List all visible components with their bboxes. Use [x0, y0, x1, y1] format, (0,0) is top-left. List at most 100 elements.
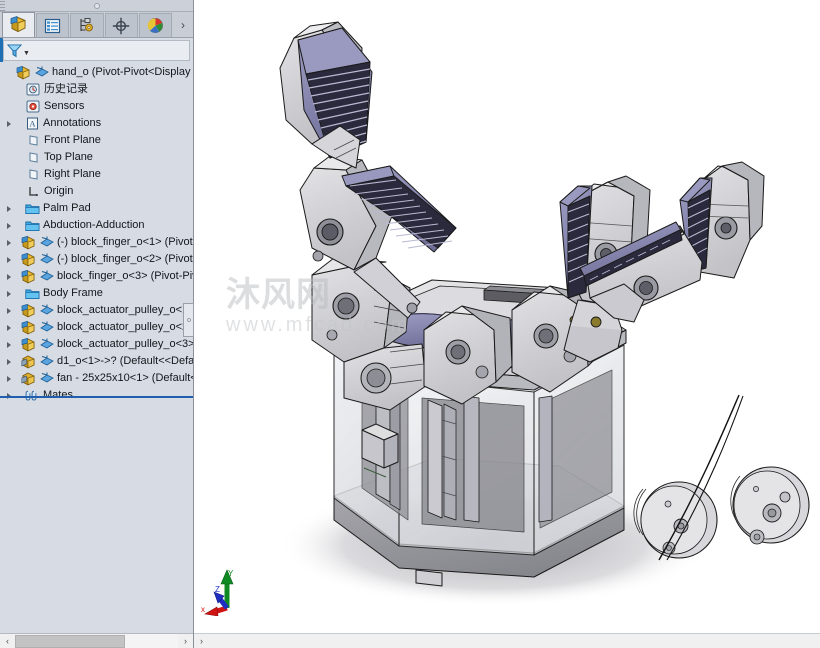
tree-item-hand-o[interactable]: hand_o (Pivot-Pivot<Display State — [0, 64, 193, 81]
history-icon — [25, 82, 41, 97]
tree-filter-bar[interactable]: ▼ — [3, 40, 190, 61]
tree-expander[interactable] — [2, 217, 15, 234]
part-icon — [20, 252, 36, 267]
tree-item-label: hand_o (Pivot-Pivot<Display State — [52, 66, 193, 78]
tree-item-block-finger-o-1[interactable]: (-) block_finger_o<1> (Pivot-P — [0, 234, 193, 251]
tree-item-label: Body Frame — [43, 287, 103, 299]
tab-feature-manager-tree[interactable] — [2, 12, 36, 37]
coordinate-icon — [39, 269, 54, 284]
folder-icon — [24, 286, 40, 301]
tree-item-label: (-) block_finger_o<1> (Pivot-P — [57, 236, 193, 248]
tree-expander[interactable] — [2, 115, 15, 132]
part-icon — [20, 303, 36, 318]
tree-item-block-finger-o-2[interactable]: (-) block_finger_o<2> (Pivot-P — [0, 251, 193, 268]
feature-manager-panel: › ▼ hand_o (Pivot-Pivot<Display 历史记录 Sen… — [0, 0, 194, 648]
tree-expander[interactable] — [12, 98, 25, 115]
tab-property-manager[interactable] — [36, 13, 70, 37]
model-geometry — [279, 21, 810, 587]
part-dim-icon — [20, 371, 36, 386]
base-foot — [415, 569, 443, 587]
folder-icon — [24, 218, 40, 233]
tree-item-block-finger-o-3[interactable]: block_finger_o<3> (Pivot-Pivo — [0, 268, 193, 285]
tree-item-block-actuator-pulley-o-2[interactable]: block_actuator_pulley_o<2> ( — [0, 319, 193, 336]
tree-item-label: Top Plane — [44, 151, 93, 163]
plane-icon — [25, 133, 41, 148]
tree-item-label: block_actuator_pulley_o<1> ( — [57, 304, 193, 316]
tree-item-front-plane[interactable]: Front Plane — [0, 132, 193, 149]
tree-expander[interactable] — [12, 81, 25, 98]
coordinate-icon — [39, 235, 54, 250]
triad-y-label: Y — [228, 569, 234, 578]
filter-funnel-icon[interactable] — [7, 43, 22, 58]
assembly-icon — [15, 65, 31, 80]
tree-item-sensors[interactable]: Sensors — [0, 98, 193, 115]
graphics-viewport[interactable]: 沐风网 www.mfcad.com Y x Z › — [194, 0, 820, 648]
tree-item-block-actuator-pulley-o-3[interactable]: block_actuator_pulley_o<3> ( — [0, 336, 193, 353]
panel-top-splitter[interactable] — [0, 0, 193, 12]
tree-horizontal-scrollbar[interactable]: ‹ › — [0, 633, 193, 648]
tree-expander[interactable] — [2, 268, 15, 285]
tree-expander[interactable] — [2, 251, 15, 268]
tree-expander[interactable] — [2, 234, 15, 251]
property-list-icon — [45, 18, 61, 33]
tree-item-label: block_actuator_pulley_o<3> ( — [57, 338, 193, 350]
view-orientation-triad: Y x Z — [201, 569, 234, 616]
tree-item-annotations[interactable]: A Annotations — [0, 115, 193, 132]
tree-item-top-plane[interactable]: Top Plane — [0, 149, 193, 166]
triad-x-label: x — [201, 605, 205, 614]
tree-expander[interactable] — [2, 200, 15, 217]
filter-dropdown-caret-icon[interactable]: ▼ — [23, 50, 30, 57]
viewport-scroll-right-arrow-icon[interactable]: › — [194, 634, 209, 648]
display-color-wheel-icon — [147, 18, 163, 33]
tree-expander[interactable] — [2, 302, 15, 319]
configuration-icon — [80, 18, 93, 32]
scroll-left-arrow-icon[interactable]: ‹ — [0, 633, 15, 648]
scroll-track[interactable] — [125, 633, 178, 648]
annotations-icon: A — [24, 116, 40, 131]
tree-item-d1-o-1[interactable]: d1_o<1>->? (Default<<Defau — [0, 353, 193, 370]
tree-item-label: block_actuator_pulley_o<2> ( — [57, 321, 193, 333]
motor-box-side — [383, 433, 399, 469]
tree-item-origin[interactable]: Origin — [0, 183, 193, 200]
tree-item-label: Abduction-Adduction — [43, 219, 145, 231]
tree-item-fan-25x25x10[interactable]: fan - 25x25x10<1> (Default< — [0, 370, 193, 387]
tree-item-history[interactable]: 历史记录 — [0, 81, 193, 98]
splitter-handle-dot[interactable] — [93, 3, 100, 9]
tree-expander[interactable] — [12, 183, 25, 200]
part-icon — [20, 337, 36, 352]
tab-display-manager[interactable] — [138, 13, 172, 37]
splitter-grip-lines — [0, 1, 5, 11]
coordinate-icon — [39, 320, 54, 335]
tree-item-label: Palm Pad — [43, 202, 91, 214]
tab-dimxpert-manager[interactable] — [104, 13, 138, 37]
coordinate-icon — [39, 354, 54, 369]
scroll-right-arrow-icon[interactable]: › — [178, 633, 193, 648]
tree-expander[interactable] — [2, 336, 15, 353]
tab-configuration-manager[interactable] — [70, 13, 104, 37]
tree-item-right-plane[interactable]: Right Plane — [0, 166, 193, 183]
tree-expander[interactable] — [2, 285, 15, 302]
tree-item-label: Annotations — [43, 117, 102, 129]
feature-tree[interactable]: hand_o (Pivot-Pivot<Display State 历史记录 — [0, 62, 193, 611]
tree-expander[interactable] — [2, 64, 15, 81]
panel-resize-grip[interactable] — [183, 303, 194, 337]
tab-overflow-chevron-icon[interactable]: › — [173, 13, 193, 37]
tree-expander[interactable] — [2, 353, 15, 370]
tree-item-block-actuator-pulley-o-1[interactable]: block_actuator_pulley_o<1> ( — [0, 302, 193, 319]
feature-tree-icon — [10, 16, 26, 33]
tree-expander[interactable] — [12, 166, 25, 183]
tree-end-marker — [0, 396, 193, 398]
viewport-horizontal-scrollbar[interactable]: › — [194, 633, 820, 648]
tree-empty-area — [0, 611, 193, 633]
tree-expander[interactable] — [12, 132, 25, 149]
tree-expander[interactable] — [12, 149, 25, 166]
tree-item-palm-pad[interactable]: Palm Pad — [0, 200, 193, 217]
scroll-thumb[interactable] — [15, 634, 125, 648]
cad-model-robotic-hand[interactable] — [194, 0, 820, 648]
tree-expander[interactable] — [2, 319, 15, 336]
coordinate-icon — [39, 371, 54, 386]
tree-item-body-frame[interactable]: Body Frame — [0, 285, 193, 302]
tree-expander[interactable] — [2, 370, 15, 387]
tree-item-abduction-adduction[interactable]: Abduction-Adduction — [0, 217, 193, 234]
part-icon — [20, 235, 36, 250]
